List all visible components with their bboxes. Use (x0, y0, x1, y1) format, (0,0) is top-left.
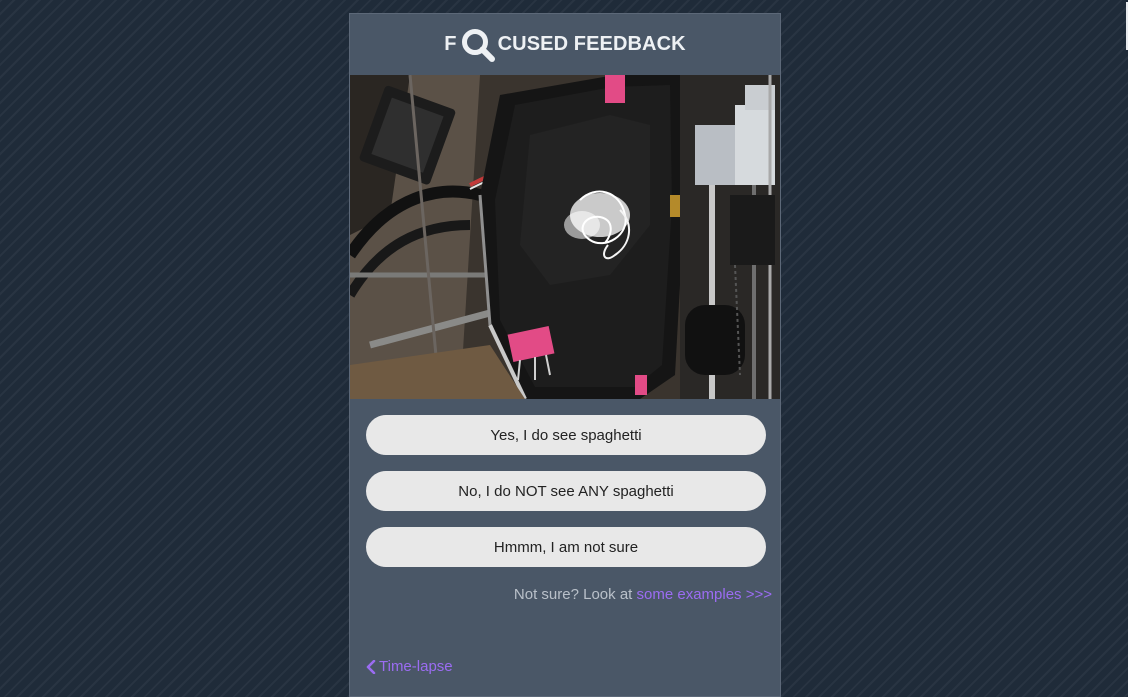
brand-title-prefix: F (444, 33, 457, 55)
timelapse-label: Time-lapse (379, 658, 453, 675)
search-icon (459, 26, 497, 64)
no-spaghetti-button[interactable]: No, I do NOT see ANY spaghetti (366, 471, 766, 511)
brand-title-suffix: CUSED FEEDBACK (497, 33, 686, 55)
examples-hint-text: Not sure? Look at (513, 586, 633, 603)
brand-title: F CUSED FEEDBACK (444, 26, 686, 64)
chevron-left-icon (366, 659, 376, 674)
feedback-panel: F CUSED FEEDBACK Yes, I do see spaghetti… (349, 13, 781, 697)
not-sure-button[interactable]: Hmmm, I am not sure (366, 527, 766, 567)
examples-hint: Not sure? Look at some examples >>> (514, 586, 772, 603)
panel-header: F CUSED FEEDBACK (350, 14, 780, 75)
timelapse-back-link[interactable]: Time-lapse (366, 658, 453, 675)
print-snapshot-image (350, 75, 780, 399)
yes-spaghetti-button[interactable]: Yes, I do see spaghetti (366, 415, 766, 455)
examples-link[interactable]: some examples >>> (637, 586, 773, 603)
